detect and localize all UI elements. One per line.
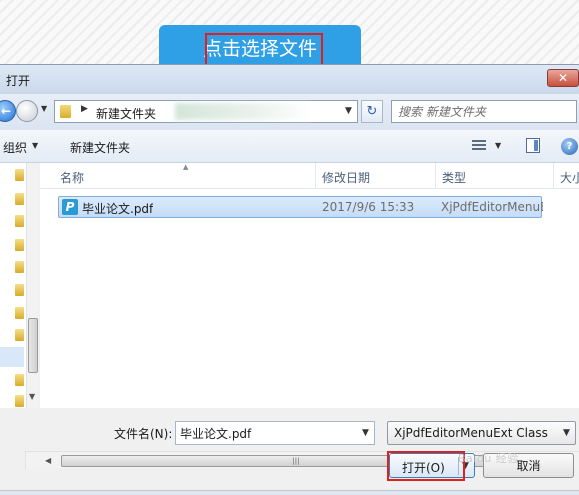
dialog-title: 打开 xyxy=(6,74,31,88)
refresh-icon: ↻ xyxy=(366,104,378,119)
filename-input[interactable] xyxy=(180,425,348,442)
tree-folder-icon[interactable] xyxy=(15,395,24,407)
column-header-row: 名称 ▲ 修改日期 类型 大小 xyxy=(40,163,579,189)
sort-ascending-icon: ▲ xyxy=(183,163,189,171)
address-dropdown-icon[interactable]: ▼ xyxy=(345,106,352,116)
scroll-down-arrow-icon[interactable]: ▼ xyxy=(29,392,35,401)
nav-scroll-thumb[interactable] xyxy=(28,318,38,373)
nav-selected-item[interactable] xyxy=(0,347,24,367)
cancel-button-label: 取消 xyxy=(516,459,541,473)
file-list-pane: 名称 ▲ 修改日期 类型 大小 P 毕业论文.pdf 2017/9/6 15:3… xyxy=(40,163,579,469)
scroll-left-arrow-icon[interactable]: ◀ xyxy=(45,456,51,465)
file-modified: 2017/9/6 15:33 xyxy=(322,200,415,214)
column-modified-label: 修改日期 xyxy=(322,171,371,185)
tree-folder-icon[interactable] xyxy=(15,239,24,251)
navigation-pane: ▼ xyxy=(0,163,39,408)
tree-folder-icon[interactable] xyxy=(15,169,24,181)
new-folder-button[interactable]: 新建文件夹 xyxy=(70,139,130,156)
tree-folder-icon[interactable] xyxy=(15,374,24,386)
recent-locations-chevron-icon[interactable]: ▼ xyxy=(41,104,47,113)
preview-pane-icon[interactable] xyxy=(526,138,540,153)
filename-dropdown-icon[interactable]: ▼ xyxy=(362,428,369,438)
nav-vertical-scrollbar[interactable]: ▼ xyxy=(26,163,39,408)
scroll-corner xyxy=(25,451,40,469)
pdf-file-icon: P xyxy=(62,199,78,215)
close-button[interactable]: ✕ xyxy=(547,69,579,87)
folder-icon xyxy=(60,105,71,118)
dialog-titlebar: 打开 ✕ xyxy=(0,65,579,94)
view-options-chevron-icon[interactable]: ▼ xyxy=(495,141,501,150)
tree-folder-icon[interactable] xyxy=(15,307,24,319)
red-highlight-box-open xyxy=(387,451,465,481)
column-header-type[interactable]: 类型 xyxy=(436,163,554,189)
organize-chevron-icon[interactable]: ▼ xyxy=(32,141,38,150)
filetype-dropdown-icon[interactable]: ▼ xyxy=(563,428,570,438)
breadcrumb-separator-icon[interactable]: ▶ xyxy=(81,104,88,114)
open-file-dialog: 打开 ✕ ← ▼ ▶ 新建文件夹 ▼ ↻ 组织 ▼ 新建文件夹 ▼ xyxy=(0,64,579,495)
change-view-icon[interactable] xyxy=(472,139,488,153)
address-bar-row: ← ▼ ▶ 新建文件夹 ▼ ↻ xyxy=(0,94,579,130)
help-icon[interactable]: ? xyxy=(561,138,578,155)
forward-button[interactable] xyxy=(16,100,38,122)
tree-folder-icon[interactable] xyxy=(15,193,24,205)
tree-folder-icon[interactable] xyxy=(15,261,24,273)
address-bar[interactable]: ▶ 新建文件夹 ▼ xyxy=(54,100,358,123)
dialog-bottom-edge xyxy=(0,490,579,495)
search-box[interactable] xyxy=(391,100,577,123)
tree-folder-icon[interactable] xyxy=(15,284,24,296)
column-header-size[interactable]: 大小 xyxy=(554,163,579,189)
search-input[interactable] xyxy=(398,103,558,120)
file-row-selected[interactable]: P 毕业论文.pdf 2017/9/6 15:33 XjPdfEditorMen… xyxy=(58,196,543,218)
file-type: XjPdfEditorMenuExt Class xyxy=(441,200,543,214)
tree-folder-icon[interactable] xyxy=(15,329,24,341)
column-name-label: 名称 xyxy=(60,171,85,185)
column-size-label: 大小 xyxy=(560,171,579,185)
refresh-button[interactable]: ↻ xyxy=(361,100,383,123)
filename-label: 文件名(N): xyxy=(114,427,173,441)
column-type-label: 类型 xyxy=(442,171,467,185)
organize-button[interactable]: 组织 xyxy=(3,139,27,156)
close-icon: ✕ xyxy=(557,71,569,85)
filename-combobox[interactable]: ▼ xyxy=(175,421,375,445)
red-highlight-box xyxy=(205,33,323,67)
file-name: 毕业论文.pdf xyxy=(82,202,154,216)
tree-folder-icon[interactable] xyxy=(15,215,24,227)
breadcrumb-current-folder[interactable]: 新建文件夹 xyxy=(96,105,156,122)
column-header-modified[interactable]: 修改日期 xyxy=(316,163,436,189)
watermark-logo: Baidu 经验 xyxy=(458,452,519,465)
back-arrow-icon: ← xyxy=(1,104,12,118)
blurred-region xyxy=(175,103,310,120)
command-toolbar: 组织 ▼ 新建文件夹 ▼ ? xyxy=(0,130,579,163)
filetype-selected-value: XjPdfEditorMenuExt Class xyxy=(394,426,548,440)
back-button[interactable]: ← xyxy=(0,100,16,122)
filetype-select[interactable]: XjPdfEditorMenuExt Class ▼ xyxy=(387,421,576,445)
